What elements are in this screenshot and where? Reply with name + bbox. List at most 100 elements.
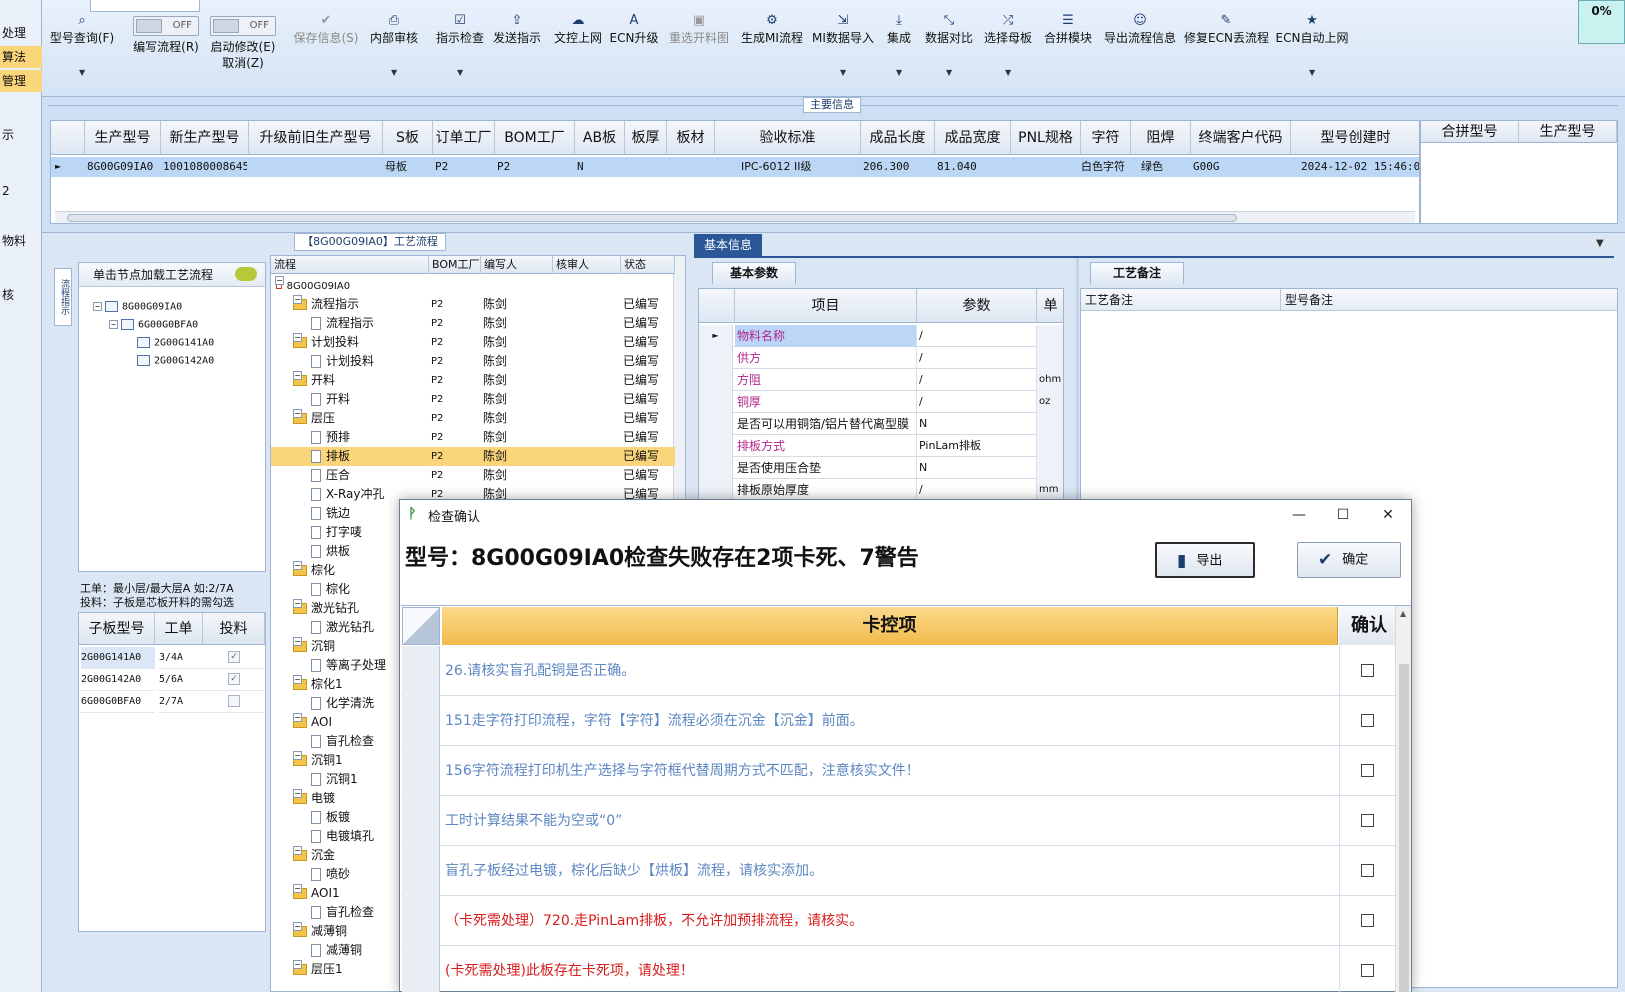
ribbon-image-button[interactable]: ▣ 重选开料图 (664, 12, 734, 46)
main-cell[interactable] (669, 157, 713, 177)
feed-checkbox[interactable]: ✓ (228, 673, 240, 685)
confirm-checkbox[interactable] (1361, 664, 1374, 677)
expand-icon[interactable]: − (293, 922, 302, 931)
dialog-vscrollbar[interactable]: ▲ (1395, 606, 1411, 992)
param-row[interactable]: 铜厚 / oz (699, 391, 1063, 413)
toggle-start-edit[interactable]: OFF 启动修改(E) 取消(Z) (206, 16, 280, 71)
col-header[interactable]: 核审人 (553, 256, 621, 274)
tab-basic-params[interactable]: 基本参数 (712, 262, 796, 284)
col-header[interactable]: 成品宽度 (935, 121, 1011, 155)
param-row[interactable]: 方阻 / ohm (699, 369, 1063, 391)
check-item-row[interactable]: 156字符流程打印机生产选择与字符框代替周期方式不匹配，注意核实文件！ (401, 746, 1395, 796)
row-selector[interactable] (699, 413, 733, 435)
col-header[interactable]: 板厚 (625, 121, 667, 155)
sub-feed-cell[interactable]: ✓ (203, 647, 265, 669)
toggle-switch[interactable]: OFF (210, 16, 276, 36)
ribbon-printer-button[interactable]: ⎙ 内部审核 (366, 12, 422, 46)
check-item-row[interactable]: 盲孔子板经过电镀，棕化后缺少【烘板】流程，请核实添加。 (401, 846, 1395, 896)
row-selector[interactable] (699, 457, 733, 479)
main-cell[interactable]: IPC-6012 II级 (741, 157, 883, 177)
process-row[interactable]: 预排 P2 陈剑 已编写 (271, 428, 675, 447)
main-cell[interactable] (1013, 157, 1079, 177)
scroll-thumb[interactable] (67, 214, 1237, 222)
process-row[interactable]: 流程指示 P2 陈剑 已编写 (271, 314, 675, 333)
dropdown-arrow-icon[interactable]: ▼ (457, 68, 463, 77)
confirm-cell[interactable] (1339, 896, 1395, 946)
ribbon-cloud-upload-button[interactable]: ☁ 文控上网 (550, 12, 606, 46)
main-grid-hscrollbar[interactable] (55, 211, 1415, 223)
expand-icon[interactable]: − (275, 276, 284, 285)
row-selector[interactable] (699, 391, 733, 413)
confirm-checkbox[interactable] (1361, 914, 1374, 927)
toggle-switch[interactable]: OFF (133, 16, 199, 36)
row-selector[interactable] (699, 479, 733, 501)
ribbon-search-button[interactable]: ⌕ 型号查询(F) (42, 12, 122, 46)
col-header[interactable]: 状态 (621, 256, 675, 274)
expand-icon[interactable]: − (293, 371, 302, 380)
col-header[interactable]: 验收标准 (715, 121, 861, 155)
row-header[interactable] (402, 746, 440, 796)
param-row[interactable]: ► 物料名称 / (699, 325, 1063, 347)
expand-icon[interactable]: − (293, 599, 302, 608)
main-cell[interactable]: 8G00G09IA0 (87, 157, 159, 177)
process-row[interactable]: − 计划投料 P2 陈剑 已编写 (271, 333, 675, 352)
main-cell[interactable]: 白色字符 (1081, 157, 1127, 177)
sub-order-cell[interactable]: 3/4A (159, 647, 203, 669)
process-step[interactable]: 排板 (311, 447, 427, 466)
dropdown-arrow-icon[interactable]: ▼ (391, 68, 397, 77)
left-nav-item[interactable]: 示 (0, 124, 42, 146)
confirm-cell[interactable] (1339, 796, 1395, 846)
ribbon-sitemap-button[interactable]: ⚙ 生成MI流程 (738, 12, 806, 46)
col-header[interactable]: 编写人 (481, 256, 553, 274)
sub-feed-cell[interactable]: ✓ (203, 669, 265, 691)
col-header[interactable]: 字符 (1081, 121, 1131, 155)
main-cell[interactable]: 81.040 (937, 157, 1009, 177)
left-nav-item[interactable]: 物料 (0, 230, 42, 252)
expand-icon[interactable]: − (293, 884, 302, 893)
param-value[interactable]: PinLam排板 (917, 435, 1037, 457)
main-cell[interactable]: P2 (497, 157, 573, 177)
tab-process-notes[interactable]: 工艺备注 (1090, 262, 1184, 284)
process-step[interactable]: 压合 (311, 466, 427, 485)
col-header[interactable]: S板 (383, 121, 433, 155)
col-header[interactable]: AB板 (575, 121, 625, 155)
param-row[interactable]: 是否可以用铜箔/铝片替代离型膜 N (699, 413, 1063, 435)
ok-button[interactable]: ✔ 确定 (1297, 542, 1401, 578)
ribbon-shuffle-button[interactable]: ⤮ 选择母板 (980, 12, 1036, 46)
col-header[interactable]: 工单 (155, 613, 203, 645)
vertical-tab-flow[interactable]: 流程指示 (54, 268, 72, 326)
col-header[interactable]: 升级前旧生产型号 (249, 121, 383, 155)
col-header[interactable]: BOM工厂 (429, 256, 481, 274)
param-value[interactable]: / (917, 325, 1037, 347)
row-header[interactable] (402, 796, 440, 846)
dialog-titlebar[interactable]: ᚹ 检查确认 — ☐ ✕ (400, 500, 1411, 530)
row-selector[interactable]: ► (699, 325, 733, 347)
expand-icon[interactable]: − (93, 302, 102, 311)
feed-checkbox[interactable] (228, 695, 240, 707)
grid-corner[interactable] (699, 289, 735, 323)
main-cell[interactable]: P2 (435, 157, 493, 177)
sub-model-cell[interactable]: 2G00G141A0 (81, 647, 155, 669)
confirm-checkbox[interactable] (1361, 864, 1374, 877)
expand-icon[interactable]: − (109, 320, 118, 329)
process-row[interactable]: − 层压 P2 陈剑 已编写 (271, 409, 675, 428)
col-header[interactable]: 生产型号 (1519, 121, 1617, 143)
process-step[interactable]: − ⌂ 8G00G09IA0 (275, 276, 427, 296)
toggle-write-flow[interactable]: OFF 编写流程(R) (122, 16, 210, 55)
row-header[interactable] (402, 846, 440, 896)
param-value[interactable]: / (917, 347, 1037, 369)
process-row[interactable]: − 流程指示 P2 陈剑 已编写 (271, 295, 675, 314)
expand-icon[interactable]: − (293, 713, 302, 722)
sub-order-cell[interactable]: 5/6A (159, 669, 203, 691)
col-header[interactable]: 项目 (735, 289, 917, 323)
ribbon-wrench-button[interactable]: ✎ 修复ECN丢流程 (1184, 12, 1269, 46)
col-header[interactable]: 新生产型号 (161, 121, 249, 155)
col-header[interactable]: 子板型号 (79, 613, 155, 645)
dropdown-arrow-icon[interactable]: ▼ (896, 68, 902, 77)
param-value[interactable]: N (917, 413, 1037, 435)
col-header[interactable]: 板材 (667, 121, 715, 155)
left-nav-item[interactable]: 算法 (0, 46, 42, 68)
main-cell[interactable]: 母板 (385, 157, 431, 177)
process-row[interactable]: 排板 P2 陈剑 已编写 (271, 447, 675, 466)
confirm-checkbox[interactable] (1361, 764, 1374, 777)
